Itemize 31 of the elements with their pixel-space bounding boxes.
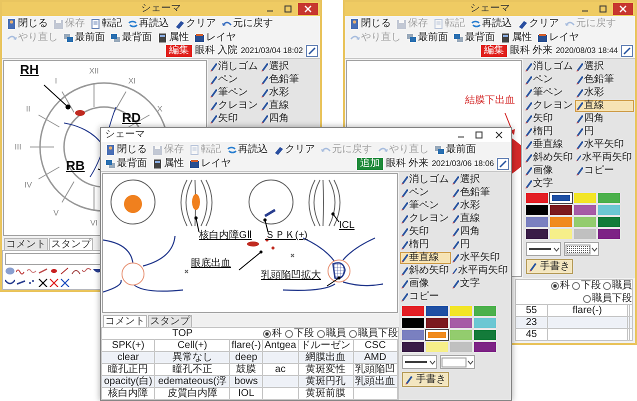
table-heading: TOP (171, 328, 194, 339)
clock-numeral: III (14, 142, 22, 152)
annotation-label: 結膜下出血 (465, 95, 515, 107)
timestamp: 2020/08/03 18:44 (556, 46, 618, 56)
clock-numeral: XI (128, 76, 136, 86)
annotation-label: RH (20, 63, 39, 77)
clock-numeral: XII (89, 66, 99, 76)
status-badge: 追加 (356, 158, 383, 170)
clock-numeral: IV (24, 180, 32, 190)
annotation-label: 眼底出血 (191, 258, 231, 270)
annotation-label: RB (66, 159, 85, 173)
window-title: シェーマ (141, 3, 181, 15)
department-label: 眼科 外来 (510, 45, 553, 57)
clock-numeral: X (157, 104, 162, 114)
timestamp: 2021/03/04 18:02 (240, 46, 303, 56)
annotation-label: ＳＰＫ(+) (265, 230, 308, 242)
clock-numeral: II (26, 104, 30, 114)
annotation-label: 乳頭陥凹拡大 (261, 270, 321, 282)
status-badge: 編集 (166, 45, 192, 57)
annotation-label: RD (122, 111, 141, 125)
clock-numeral: VI (90, 218, 98, 228)
window-title: シェーマ (470, 3, 510, 15)
status-badge: 編集 (480, 45, 507, 57)
department-label: 眼科 入院 (194, 45, 238, 57)
annotation-label: ICL (339, 220, 355, 232)
window-title: シェーマ (105, 129, 145, 141)
department-label: 眼科 外来 (386, 158, 429, 170)
clock-numeral: I (54, 76, 58, 86)
clock-numeral: V (53, 208, 59, 218)
annotation-label: 核白内障GⅡ (199, 230, 252, 242)
timestamp: 2021/03/06 18:06 (432, 158, 494, 168)
